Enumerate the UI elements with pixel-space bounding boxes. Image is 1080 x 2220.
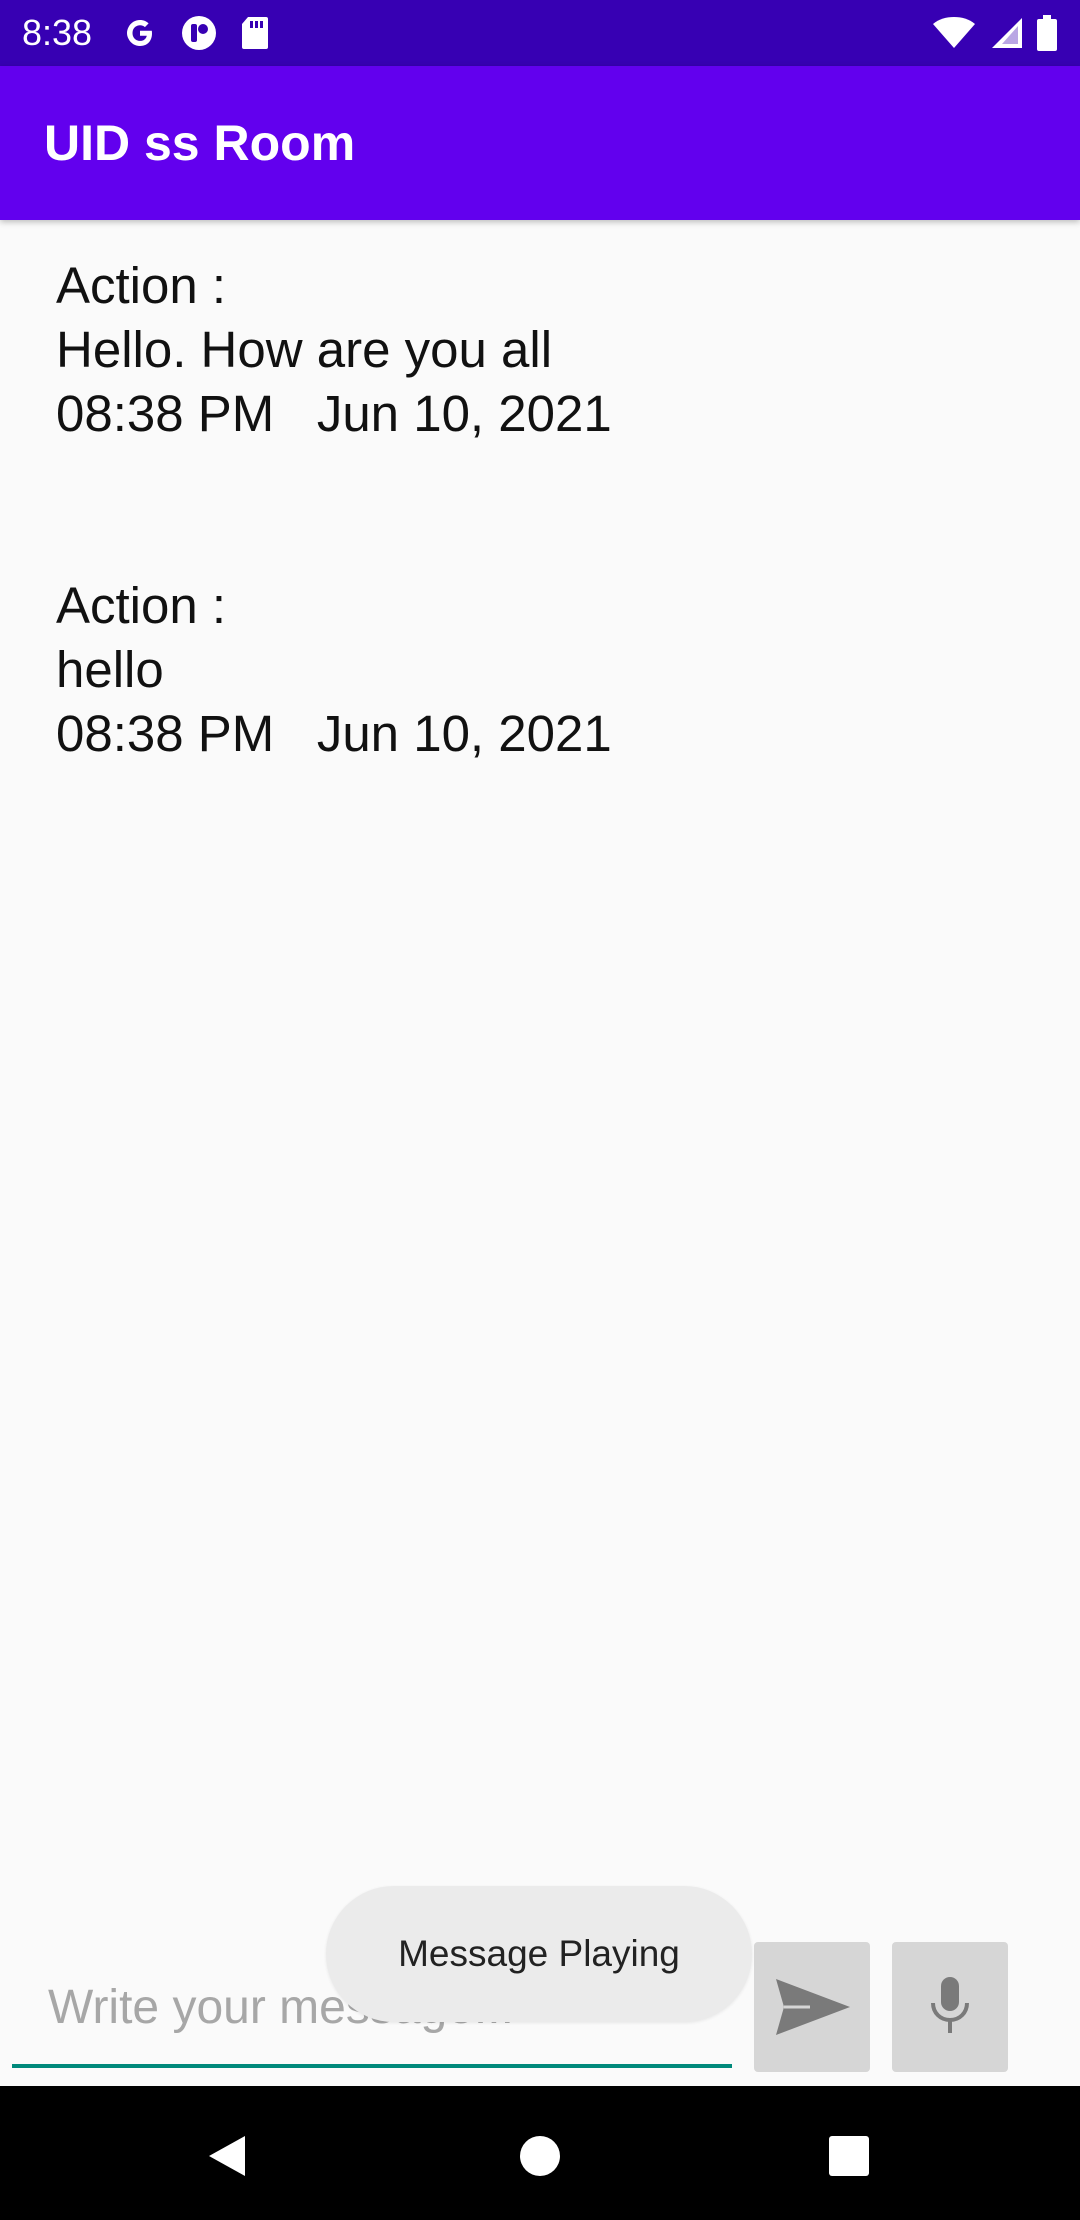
sd-card-icon bbox=[242, 17, 269, 49]
status-time: 8:38 bbox=[22, 12, 93, 53]
toast-message: Message Playing bbox=[326, 1886, 752, 2022]
mic-icon bbox=[931, 1977, 969, 2033]
signal-icon bbox=[992, 18, 1022, 48]
message-text: hello bbox=[56, 641, 164, 698]
message-list: Action : Hello. How are you all 08:38 PM… bbox=[56, 254, 1036, 766]
app-bar: UID ss Room bbox=[0, 66, 1080, 220]
nav-back-button[interactable] bbox=[182, 2116, 272, 2196]
chat-screen: 8:38 UID ss Room Action: Hello. How are… bbox=[0, 0, 1080, 2220]
nav-home-button[interactable] bbox=[495, 2116, 585, 2196]
message-time: 08:38 PM bbox=[56, 385, 275, 442]
message-text: Hello. How are you all bbox=[56, 321, 553, 378]
status-system-icons bbox=[932, 15, 1058, 51]
send-icon bbox=[776, 1979, 850, 2035]
app-notification-icon bbox=[182, 16, 217, 50]
message-label: Action : bbox=[56, 257, 227, 314]
message-time: 08:38 PM bbox=[56, 705, 275, 762]
status-notification-icons bbox=[122, 14, 270, 52]
navigation-bar bbox=[0, 2086, 1080, 2220]
wifi-icon bbox=[933, 17, 975, 48]
nav-recents-button[interactable] bbox=[804, 2116, 894, 2196]
battery-icon bbox=[1037, 15, 1057, 51]
mic-button[interactable] bbox=[892, 1942, 1008, 2072]
status-bar: 8:38 bbox=[0, 0, 1080, 66]
google-icon bbox=[127, 20, 153, 46]
message-item: Action : Hello. How are you all 08:38 PM… bbox=[56, 254, 1036, 446]
message-item: Action : hello 08:38 PM Jun 10, 2021 bbox=[56, 574, 1036, 766]
app-title: UID ss Room bbox=[44, 115, 356, 171]
send-button[interactable] bbox=[754, 1942, 870, 2072]
message-timestamp: 08:38 PM Jun 10, 2021 bbox=[56, 702, 1036, 766]
recents-icon bbox=[829, 2136, 869, 2176]
home-icon bbox=[520, 2136, 560, 2176]
message-label: Action : bbox=[56, 577, 227, 634]
message-date: Jun 10, 2021 bbox=[316, 705, 612, 762]
back-icon bbox=[209, 2136, 245, 2176]
message-date: Jun 10, 2021 bbox=[316, 385, 612, 442]
message-timestamp: 08:38 PM Jun 10, 2021 bbox=[56, 382, 1036, 446]
